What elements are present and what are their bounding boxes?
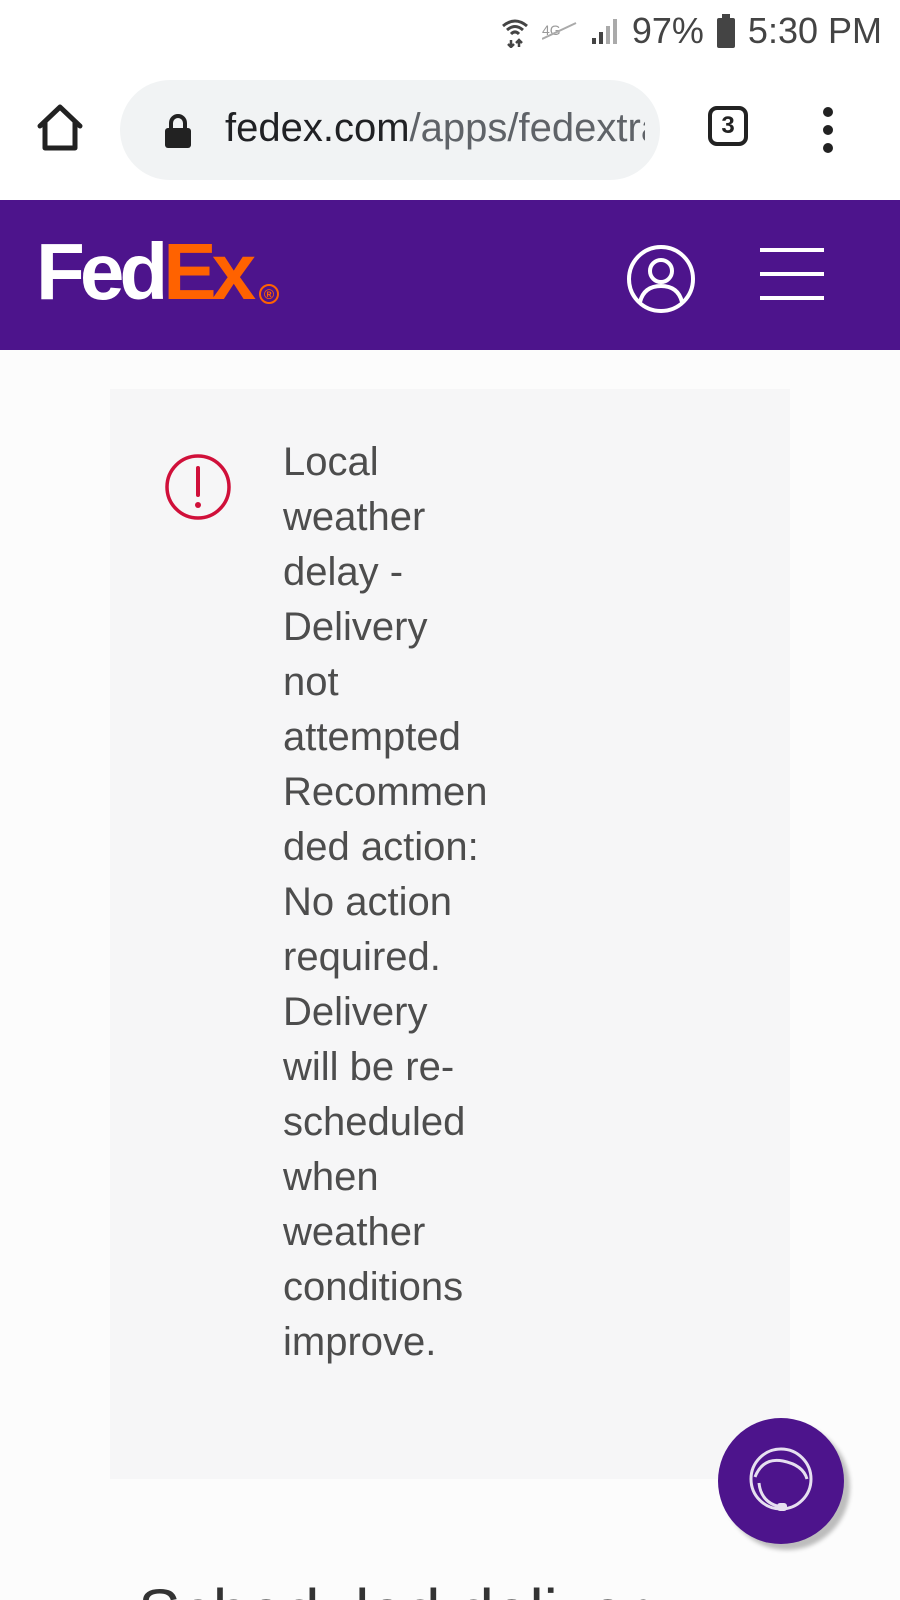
delivery-alert-card: Local weather delay - Delivery not attem… — [110, 389, 790, 1479]
fedex-logo[interactable]: FedEx ® — [36, 232, 280, 312]
logo-ex: Ex — [163, 227, 256, 316]
tab-switcher-button[interactable]: 3 — [708, 106, 748, 146]
lte-icon: 4G — [541, 22, 577, 40]
url-path: /apps/fedextrack — [409, 106, 645, 150]
menu-icon[interactable] — [760, 248, 824, 300]
site-header: FedEx ® — [0, 200, 900, 350]
browser-toolbar: fedex.com/apps/fedextrack 3 — [0, 62, 900, 200]
menu-line — [760, 272, 824, 276]
tab-count: 3 — [721, 112, 735, 139]
signal-icon — [591, 19, 617, 44]
alert-message: Local weather delay - Delivery not attem… — [283, 440, 488, 1364]
battery-icon — [716, 14, 735, 48]
logo-fed: Fed — [36, 227, 168, 316]
more-options-icon[interactable] — [818, 106, 838, 154]
section-heading: Scheduled delivery — [138, 1572, 898, 1600]
chat-agent-icon — [749, 1447, 813, 1511]
battery-percent: 97% — [631, 10, 704, 51]
chat-button[interactable] — [718, 1418, 844, 1544]
url-text: fedex.com/apps/fedextrack — [225, 106, 645, 151]
clock: 5:30 PM — [747, 10, 882, 51]
alert-circle-icon — [165, 454, 231, 520]
registered-mark: ® — [259, 284, 280, 304]
status-bar: 4G 97% 5:30 PM — [0, 0, 900, 62]
wifi-icon — [501, 19, 528, 48]
url-bar[interactable]: fedex.com/apps/fedextrack — [120, 80, 660, 180]
account-icon[interactable] — [626, 244, 696, 314]
home-icon[interactable] — [34, 102, 86, 154]
url-domain: fedex.com — [225, 106, 410, 150]
section-heading-text: Scheduled delivery — [138, 1580, 679, 1600]
status-icons: 4G 97% 5:30 PM — [500, 10, 882, 52]
lock-icon — [165, 114, 191, 148]
menu-line — [760, 248, 824, 252]
menu-line — [760, 296, 824, 300]
